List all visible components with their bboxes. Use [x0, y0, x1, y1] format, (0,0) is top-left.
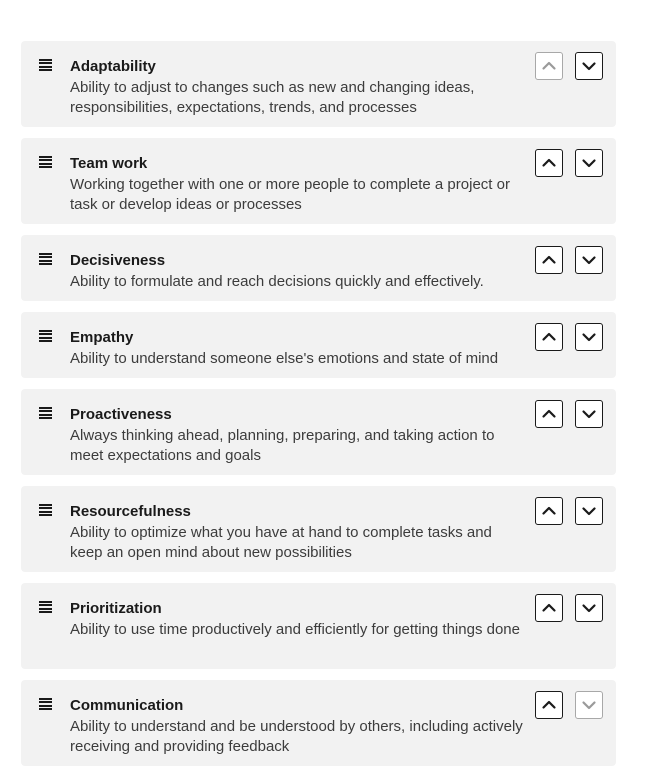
item-title: Prioritization [70, 600, 162, 617]
move-down-button[interactable] [575, 149, 603, 177]
chevron-up-icon [542, 158, 556, 167]
move-up-button[interactable] [535, 594, 563, 622]
move-up-button [535, 52, 563, 80]
move-up-button[interactable] [535, 691, 563, 719]
item-description: Ability to use time productively and eff… [70, 621, 520, 638]
item-title: Resourcefulness [70, 503, 191, 520]
move-down-button[interactable] [575, 246, 603, 274]
item-title: Decisiveness [70, 252, 166, 269]
move-up-button[interactable] [535, 497, 563, 525]
chevron-down-icon [582, 333, 596, 342]
chevron-down-icon [582, 410, 596, 419]
move-up-button[interactable] [535, 400, 563, 428]
chevron-up-icon [542, 700, 556, 709]
item-title: Empathy [70, 329, 134, 346]
move-down-button[interactable] [575, 52, 603, 80]
chevron-down-icon [582, 62, 596, 71]
list-item[interactable]: Resourcefulness Ability to optimize what… [21, 486, 616, 572]
item-description: Working together with one or more people… [70, 176, 510, 213]
list-item[interactable]: Team work Working together with one or m… [21, 138, 616, 224]
chevron-down-icon [582, 507, 596, 516]
chevron-up-icon [542, 409, 556, 418]
chevron-up-icon [542, 506, 556, 515]
drag-handle-icon[interactable] [39, 330, 52, 342]
chevron-down-icon [582, 701, 596, 710]
ranking-list: Adaptability Ability to adjust to change… [21, 41, 616, 777]
move-up-button[interactable] [535, 149, 563, 177]
drag-handle-icon[interactable] [39, 59, 52, 71]
item-description: Always thinking ahead, planning, prepari… [70, 427, 495, 464]
item-title: Team work [70, 155, 148, 172]
item-description: Ability to adjust to changes such as new… [70, 79, 475, 116]
drag-handle-icon[interactable] [39, 407, 52, 419]
item-title: Adaptability [70, 58, 156, 75]
move-down-button [575, 691, 603, 719]
drag-handle-icon[interactable] [39, 601, 52, 613]
item-title: Communication [70, 697, 184, 714]
drag-handle-icon[interactable] [39, 698, 52, 710]
item-title: Proactiveness [70, 406, 172, 423]
drag-handle-icon[interactable] [39, 253, 52, 265]
move-up-button[interactable] [535, 246, 563, 274]
item-description: Ability to understand someone else's emo… [70, 350, 499, 367]
drag-handle-icon[interactable] [39, 156, 52, 168]
chevron-up-icon [542, 255, 556, 264]
list-item[interactable]: Adaptability Ability to adjust to change… [21, 41, 616, 127]
item-description: Ability to understand and be understood … [70, 718, 523, 755]
chevron-up-icon [542, 603, 556, 612]
chevron-up-icon [542, 61, 556, 70]
move-up-button[interactable] [535, 323, 563, 351]
list-item[interactable]: Proactiveness Always thinking ahead, pla… [21, 389, 616, 475]
list-item[interactable]: Communication Ability to understand and … [21, 680, 616, 766]
item-description: Ability to optimize what you have at han… [70, 524, 492, 561]
chevron-down-icon [582, 159, 596, 168]
drag-handle-icon[interactable] [39, 504, 52, 516]
move-down-button[interactable] [575, 400, 603, 428]
chevron-down-icon [582, 604, 596, 613]
list-item[interactable]: Empathy Ability to understand someone el… [21, 312, 616, 378]
move-down-button[interactable] [575, 594, 603, 622]
item-description: Ability to formulate and reach decisions… [70, 273, 484, 290]
list-item[interactable]: Prioritization Ability to use time produ… [21, 583, 616, 669]
list-item[interactable]: Decisiveness Ability to formulate and re… [21, 235, 616, 301]
chevron-up-icon [542, 332, 556, 341]
move-down-button[interactable] [575, 497, 603, 525]
move-down-button[interactable] [575, 323, 603, 351]
chevron-down-icon [582, 256, 596, 265]
